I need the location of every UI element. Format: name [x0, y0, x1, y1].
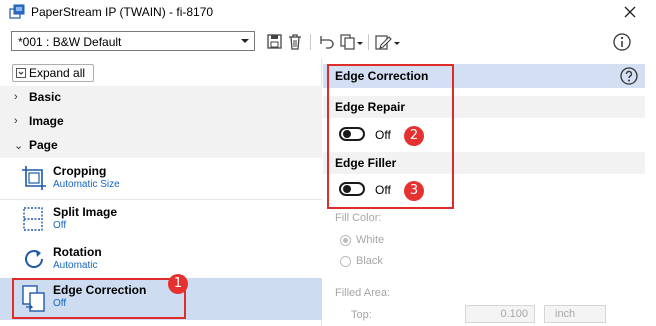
help-icon[interactable] [619, 66, 639, 86]
top-unit: inch [555, 308, 576, 320]
section-label: Basic [29, 90, 62, 104]
undo-icon[interactable] [318, 33, 336, 51]
annotation-badge-3: 3 [404, 181, 424, 201]
filled-area-label: Filled Area: [335, 287, 391, 299]
annotation-badge-2: 2 [404, 126, 424, 146]
list-item-split-image[interactable]: Split Image Off [0, 200, 322, 240]
chevron-down-icon[interactable] [356, 33, 364, 51]
chevron-right-icon: › [14, 115, 18, 127]
top-value: 0.100 [500, 308, 528, 320]
item-name: Split Image [53, 205, 118, 219]
section-basic[interactable]: › Basic [0, 86, 322, 110]
cropping-icon [22, 166, 46, 190]
section-label: Page [29, 138, 58, 152]
radio-black-label: Black [356, 255, 383, 267]
save-profile-icon[interactable] [266, 33, 284, 51]
item-value: Off [53, 220, 67, 231]
split-image-icon [23, 207, 43, 231]
expand-all-button[interactable]: Expand all [12, 64, 94, 82]
profile-value: *001 : B&W Default [18, 35, 122, 49]
item-value: Automatic [53, 260, 98, 271]
toolbar: *001 : B&W Default [0, 24, 656, 58]
annotation-badge-1: 1 [168, 274, 188, 294]
section-image[interactable]: › Image [0, 110, 322, 134]
app-icon [9, 4, 25, 19]
radio-white[interactable] [340, 235, 351, 246]
expand-all-label: Expand all [29, 66, 86, 80]
annotation-box-edge-options [327, 64, 454, 209]
chevron-right-icon: › [14, 91, 18, 103]
close-icon[interactable] [620, 2, 640, 22]
toolbar-separator [310, 34, 311, 50]
rotation-icon [25, 250, 44, 268]
list-item-cropping[interactable]: Cropping Automatic Size [0, 159, 322, 199]
section-label: Image [29, 114, 64, 128]
copy-icon[interactable] [339, 33, 357, 51]
chevron-down-icon[interactable] [393, 33, 401, 51]
top-unit-dropdown[interactable]: inch [544, 305, 606, 323]
item-name: Rotation [53, 245, 102, 259]
window-title: PaperStream IP (TWAIN) - fi-8170 [31, 5, 214, 19]
radio-black[interactable] [340, 256, 351, 267]
info-icon[interactable] [612, 32, 632, 52]
section-page[interactable]: ⌄ Page [0, 134, 322, 158]
item-value: Automatic Size [53, 179, 120, 190]
radio-white-label: White [356, 234, 385, 246]
top-label: Top: [351, 309, 372, 321]
toolbar-separator [368, 34, 369, 50]
top-value-field[interactable]: 0.100 [465, 305, 535, 323]
expand-icon [16, 68, 26, 78]
item-name: Cropping [53, 164, 107, 178]
annotation-box-edge-correction [12, 278, 186, 319]
list-item-rotation[interactable]: Rotation Automatic [0, 240, 322, 280]
title-bar: PaperStream IP (TWAIN) - fi-8170 [0, 0, 656, 24]
delete-icon[interactable] [286, 33, 304, 51]
edit-icon[interactable] [374, 33, 392, 51]
chevron-down-icon [241, 39, 249, 43]
fill-color-label: Fill Color: [335, 212, 382, 224]
chevron-down-icon: ⌄ [14, 140, 24, 152]
profile-dropdown[interactable]: *001 : B&W Default [11, 31, 255, 51]
